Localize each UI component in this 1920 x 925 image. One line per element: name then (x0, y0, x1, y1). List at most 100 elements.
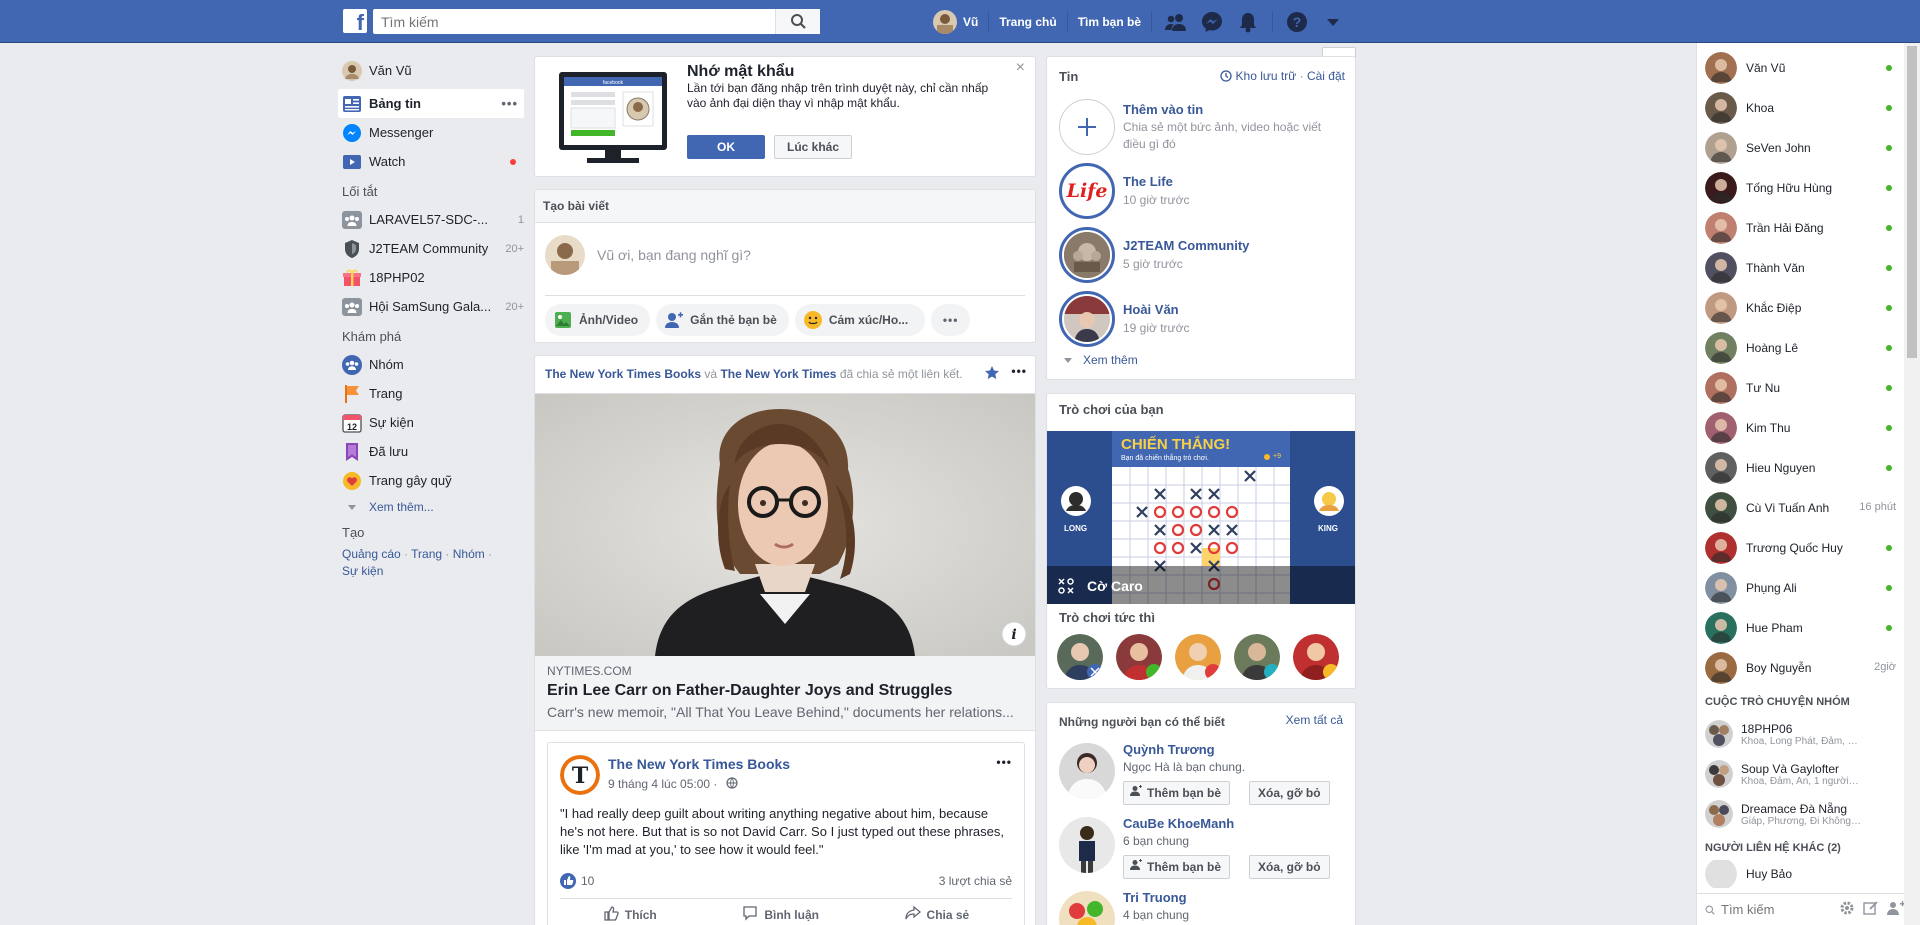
notifications-bell-icon[interactable] (1236, 10, 1260, 34)
messenger-icon[interactable] (1200, 10, 1224, 34)
chat-contact-item[interactable]: Thành Văn (1697, 248, 1904, 288)
sidebar-item-saved[interactable]: Đã lưu (338, 437, 524, 466)
person-name-link[interactable]: Tri Truong (1123, 890, 1187, 905)
sidebar-item-events[interactable]: 12 Sự kiện (338, 408, 524, 437)
game-avatar[interactable] (1116, 634, 1162, 680)
info-icon[interactable]: i (1011, 627, 1016, 643)
chat-contact-item[interactable]: Cù Vi Tuấn Anh 16 phút (1697, 488, 1904, 528)
add-to-story[interactable]: Thêm vào tin Chia sẻ một bức ảnh, video … (1059, 95, 1323, 159)
game-avatar[interactable] (1175, 634, 1221, 680)
chat-search-input[interactable] (1721, 902, 1831, 917)
game-banner-caro[interactable]: CHIẾN THẮNG! Bạn đã chiến thắng trò chơi… (1047, 431, 1355, 604)
facebook-logo-icon[interactable]: f (343, 9, 367, 33)
stories-see-more[interactable]: Xem thêm (1063, 353, 1138, 367)
create-event-link[interactable]: Sự kiện (342, 564, 383, 578)
create-ad-link[interactable]: Quảng cáo (342, 547, 401, 561)
chat-contact-item[interactable]: Hue Pham (1697, 608, 1904, 648)
create-group-link[interactable]: Nhóm (453, 547, 485, 561)
remember-ok-button[interactable]: OK (687, 135, 765, 159)
post-author-link[interactable]: The New York Times Books (545, 367, 701, 381)
create-page-link[interactable]: Trang (411, 547, 442, 561)
chat-contact-item[interactable]: SeVen John (1697, 128, 1904, 168)
friend-requests-icon[interactable] (1164, 10, 1188, 34)
close-icon[interactable]: × (1016, 59, 1025, 77)
chat-contact-item[interactable]: Tư Nu (1697, 368, 1904, 408)
avatar[interactable] (1059, 891, 1115, 925)
sidebar-item-fundraisers[interactable]: Trang gây quỹ (338, 466, 524, 495)
archive-link[interactable]: Kho lưu trữ (1236, 69, 1297, 83)
like-button[interactable]: Thích (603, 905, 657, 924)
link-preview[interactable]: NYTIMES.COM Erin Lee Carr on Father-Daug… (535, 656, 1035, 731)
group-conversation-item[interactable]: Dreamace Đà Nẵng Giáp, Phương, Đi Không N… (1697, 794, 1904, 834)
account-menu-chevron-down-icon[interactable] (1321, 10, 1345, 34)
share-button[interactable]: Chia sẻ (904, 905, 969, 924)
sidebar-item-news-feed[interactable]: Bảng tin ••• (338, 89, 524, 118)
sidebar-item-shortcut[interactable]: LARAVEL57-SDC-... 1 (338, 205, 524, 234)
sidebar-profile[interactable]: Văn Vũ (338, 56, 524, 85)
settings-link[interactable]: Cài đặt (1307, 69, 1345, 83)
remove-suggestion-button[interactable]: Xóa, gỡ bỏ (1249, 781, 1330, 805)
game-avatar[interactable] (1057, 634, 1103, 680)
more-options-icon[interactable]: ••• (1011, 364, 1027, 378)
group-conversation-item[interactable]: Soup Và Gaylofter Khoa, Đảm, An, 1 người … (1697, 754, 1904, 794)
home-link[interactable]: Trang chủ (989, 15, 1066, 29)
remove-suggestion-button[interactable]: Xóa, gỡ bỏ (1249, 855, 1330, 879)
sidebar-item-groups[interactable]: Nhóm (338, 350, 524, 379)
chat-contact-item[interactable]: Hieu Nguyen (1697, 448, 1904, 488)
chat-contact-item[interactable]: Trương Quốc Huy (1697, 528, 1904, 568)
person-name-link[interactable]: Quỳnh Trương (1123, 742, 1215, 757)
avatar[interactable] (1059, 743, 1115, 799)
story-item[interactable]: Life The Life 10 giờ trước (1059, 159, 1189, 223)
share-count[interactable]: 3 lượt chia sẻ (939, 874, 1012, 888)
find-friends-link[interactable]: Tìm bạn bè (1068, 15, 1151, 29)
sidebar-item-pages[interactable]: Trang (338, 379, 524, 408)
embedded-author-link[interactable]: The New York Times Books (608, 756, 790, 772)
chat-contact-item[interactable]: Khoa (1697, 88, 1904, 128)
game-avatar[interactable] (1234, 634, 1280, 680)
sidebar-see-more[interactable]: Xem thêm... (338, 495, 524, 519)
chat-contact-item[interactable]: Kim Thu (1697, 408, 1904, 448)
article-photo-image[interactable]: i (535, 394, 1035, 656)
chat-contact-item[interactable]: Hoàng Lê (1697, 328, 1904, 368)
reaction-summary[interactable]: 10 (560, 873, 594, 889)
help-icon[interactable]: ? (1285, 10, 1309, 34)
person-name-link[interactable]: CauBe KhoeManh (1123, 816, 1234, 831)
chat-contact-item[interactable]: Khắc Điệp (1697, 288, 1904, 328)
chat-contact-item[interactable]: Boy Nguyễn 2giờ (1697, 648, 1904, 688)
more-options-icon[interactable]: ••• (501, 96, 518, 111)
sidebar-item-messenger[interactable]: Messenger (338, 118, 524, 147)
feeling-button[interactable]: Cảm xúc/Ho... (794, 304, 925, 336)
chat-contact-item[interactable]: Tống Hữu Hùng (1697, 168, 1904, 208)
sidebar-item-watch[interactable]: Watch (338, 147, 524, 176)
composer-input-row[interactable]: Vũ ơi, bạn đang nghĩ gì? (545, 235, 751, 275)
comment-button[interactable]: Bình luận (742, 905, 819, 924)
add-friend-button[interactable]: Thêm bạn bè (1123, 855, 1231, 879)
chat-contact-item[interactable]: Phụng Ali (1697, 568, 1904, 608)
avatar[interactable] (1059, 817, 1115, 873)
scrollbar-thumb[interactable] (1907, 46, 1917, 358)
new-message-icon[interactable] (1863, 900, 1879, 919)
sidebar-item-shortcut[interactable]: J2TEAM Community 20+ (338, 234, 524, 263)
tag-friends-button[interactable]: Gắn thẻ bạn bè (656, 304, 789, 336)
story-item[interactable]: J2TEAM Community 5 giờ trước (1059, 223, 1249, 287)
remember-later-button[interactable]: Lúc khác (774, 135, 852, 159)
chat-contact-item[interactable]: Huy Bảo (1697, 860, 1904, 888)
chat-contact-item[interactable]: Trần Hải Đăng (1697, 208, 1904, 248)
sidebar-item-shortcut[interactable]: Hội SamSung Gala... 20+ (338, 292, 524, 321)
search-input[interactable] (373, 9, 773, 34)
chat-contact-item[interactable]: Văn Vũ (1697, 48, 1904, 88)
sidebar-item-shortcut[interactable]: 18PHP02 (338, 263, 524, 292)
add-friend-button[interactable]: Thêm bạn bè (1123, 781, 1231, 805)
game-avatar[interactable] (1293, 634, 1339, 680)
star-icon[interactable] (985, 366, 999, 383)
see-all-link[interactable]: Xem tất cả (1286, 713, 1343, 727)
create-group-icon[interactable] (1887, 900, 1905, 919)
embedded-timestamp[interactable]: 9 tháng 4 lúc 05:00 · (608, 777, 717, 791)
post-author-link[interactable]: The New York Times (720, 367, 836, 381)
story-item[interactable]: Hoài Văn 19 giờ trước (1059, 287, 1189, 351)
profile-link[interactable]: Vũ (933, 9, 988, 34)
more-options-icon[interactable]: ••• (930, 304, 971, 336)
gear-icon[interactable] (1839, 900, 1855, 919)
search-button[interactable] (775, 9, 820, 34)
more-options-icon[interactable]: ••• (996, 755, 1012, 769)
